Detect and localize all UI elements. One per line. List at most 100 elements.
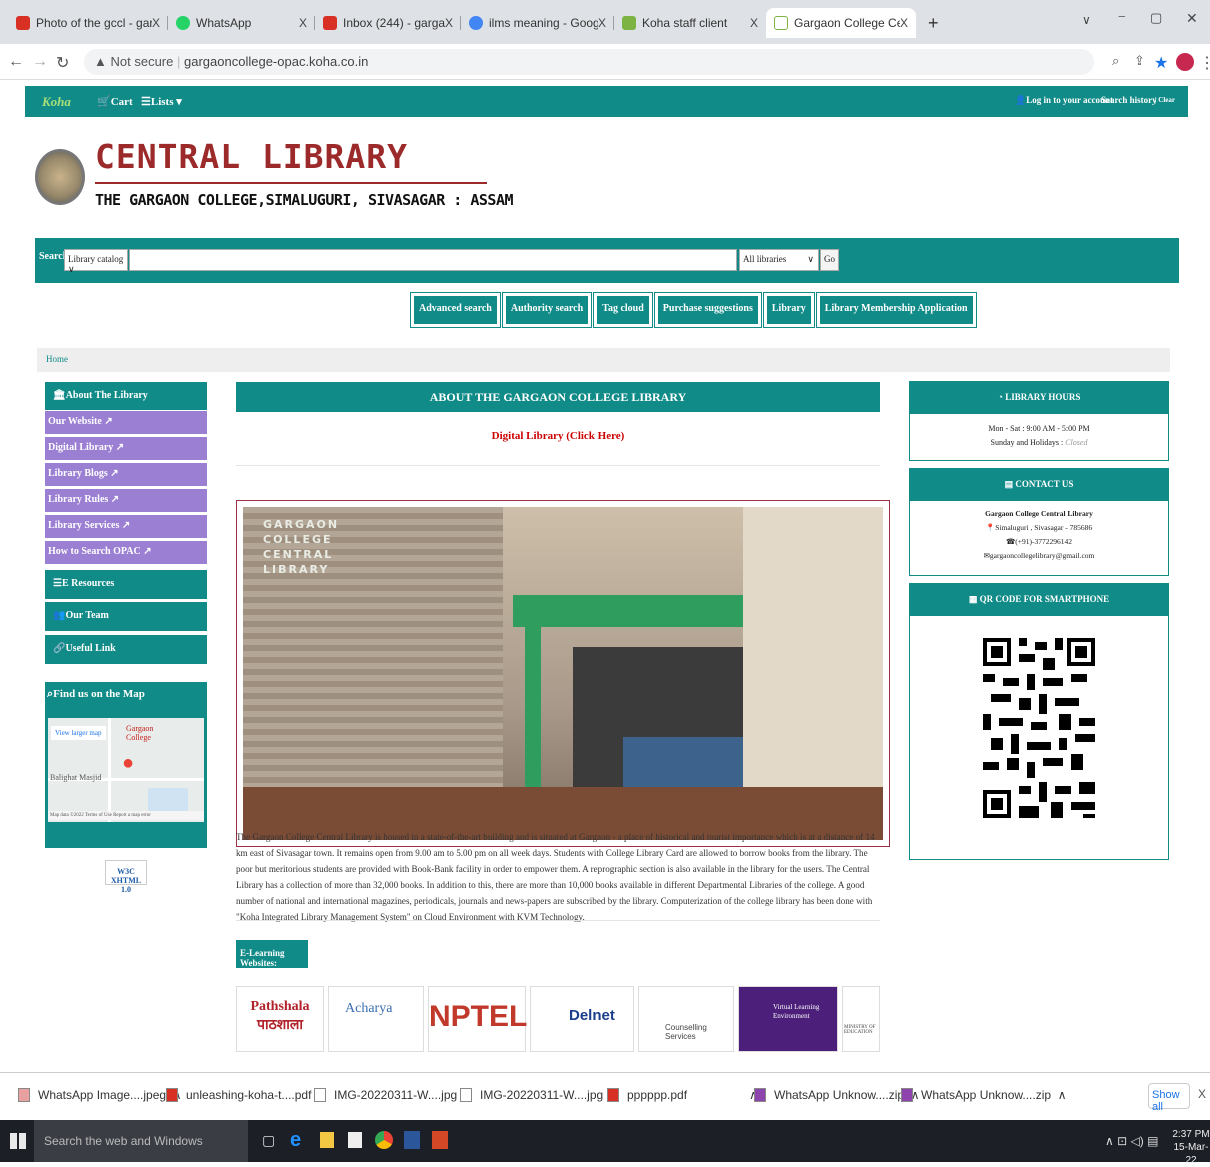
- tab-inbox[interactable]: Inbox (244) - gargaoncollegelibrX: [315, 8, 461, 38]
- nav-digital-library[interactable]: Digital Library ↗: [45, 437, 207, 461]
- close-tab-icon[interactable]: X: [299, 16, 307, 30]
- download-item[interactable]: WhatsApp Image....jpeg ∧: [18, 1088, 182, 1102]
- phone-icon: ☎: [1005, 537, 1016, 546]
- file-explorer-icon[interactable]: [320, 1132, 334, 1148]
- download-item[interactable]: WhatsApp Unknow....zip ∧: [901, 1088, 1067, 1102]
- tab-koha-staff[interactable]: Koha staff client X: [614, 8, 766, 38]
- share-icon[interactable]: ⇪: [1134, 53, 1145, 69]
- minimize-icon[interactable]: −: [1118, 10, 1126, 26]
- close-window-icon[interactable]: ✕: [1186, 10, 1198, 27]
- nav-library-rules[interactable]: Library Rules ↗: [45, 489, 207, 513]
- nav-library-blogs[interactable]: Library Blogs ↗: [45, 463, 207, 487]
- library-link[interactable]: Library: [762, 292, 815, 328]
- ministry-of-education-logo[interactable]: MINISTRY OF EDUCATION: [842, 986, 880, 1052]
- tab-whatsapp[interactable]: WhatsApp X: [168, 8, 315, 38]
- download-item[interactable]: WhatsApp Unknow....zip ∧: [754, 1088, 920, 1102]
- pathshala-logo[interactable]: Pathshala पाठशाला: [236, 986, 324, 1052]
- security-status[interactable]: Not secure: [111, 54, 174, 69]
- taskbar-search-box[interactable]: Search the web and Windows: [34, 1120, 248, 1162]
- bookmark-star-icon[interactable]: ★: [1154, 53, 1168, 73]
- tab-photo[interactable]: Photo of the gccl - gargaoncolleX: [8, 8, 168, 38]
- search-input[interactable]: [129, 249, 737, 271]
- w3c-badge[interactable]: W3C XHTML 1.0: [105, 860, 147, 894]
- breadcrumb-home[interactable]: Home: [46, 354, 68, 364]
- forward-icon[interactable]: →: [32, 53, 48, 71]
- nav-library-services[interactable]: Library Services ↗: [45, 515, 207, 539]
- search-history-link[interactable]: Search history: [1101, 95, 1157, 105]
- e-resources-header[interactable]: ☰E Resources: [45, 570, 207, 599]
- contact-panel: Gargaon College Central Library 📍Simalug…: [909, 500, 1169, 576]
- reload-icon[interactable]: ↻: [56, 53, 69, 73]
- pdf-file-icon: [166, 1088, 178, 1102]
- nav-our-website[interactable]: Our Website ↗: [45, 411, 207, 435]
- chevron-up-icon[interactable]: ∧: [1058, 1088, 1067, 1102]
- pdf-app-icon[interactable]: [432, 1131, 448, 1149]
- task-view-icon[interactable]: ▢: [262, 1132, 275, 1149]
- about-library-header[interactable]: 🏛About The Library: [45, 382, 207, 410]
- windows-start-icon[interactable]: [10, 1133, 26, 1149]
- acharya-logo[interactable]: Acharya: [328, 986, 424, 1052]
- view-larger-map-link[interactable]: View larger map: [51, 726, 106, 740]
- chrome-icon[interactable]: [375, 1131, 393, 1149]
- close-tab-icon[interactable]: X: [750, 16, 758, 30]
- word-icon[interactable]: [404, 1131, 420, 1149]
- zoom-icon[interactable]: ⌕: [1112, 53, 1119, 69]
- close-downloads-icon[interactable]: X: [1198, 1087, 1206, 1101]
- digital-library-link[interactable]: Digital Library (Click Here): [236, 430, 880, 442]
- close-tab-icon[interactable]: X: [598, 16, 606, 30]
- koha-logo[interactable]: Koha: [42, 94, 71, 110]
- map-pin-icon[interactable]: ●: [122, 752, 134, 775]
- tab-gargaon-library[interactable]: Gargaon College Central LibraryX: [766, 8, 916, 38]
- download-item[interactable]: unleashing-koha-t....pdf ∧: [166, 1088, 327, 1102]
- contact-address: 📍Simaluguri , Sivasagar - 785686: [985, 523, 1093, 532]
- google-map[interactable]: View larger map Gargaon College ● Baligh…: [48, 718, 204, 822]
- lists-link[interactable]: ☰Lists ▾: [141, 95, 182, 108]
- edge-icon[interactable]: e: [290, 1129, 301, 1152]
- cart-link[interactable]: 🛒Cart: [97, 95, 133, 108]
- virtual-learning-logo[interactable]: Virtual Learning Environment: [738, 986, 838, 1052]
- download-item[interactable]: IMG-20220311-W....jpg ∧: [314, 1088, 473, 1102]
- nav-how-to-search-opac[interactable]: How to Search OPAC ↗: [45, 541, 207, 565]
- our-team-header[interactable]: 👥Our Team: [45, 602, 207, 631]
- download-item[interactable]: pppppp.pdf∧: [607, 1088, 758, 1102]
- advanced-search-link[interactable]: Advanced search: [410, 292, 501, 328]
- download-item[interactable]: IMG-20220311-W....jpg ∧: [460, 1088, 619, 1102]
- go-button[interactable]: Go: [820, 249, 839, 271]
- membership-application-link[interactable]: Library Membership Application: [815, 292, 977, 328]
- tab-google[interactable]: ilms meaning - Google SearchX: [461, 8, 614, 38]
- store-icon[interactable]: [348, 1132, 362, 1148]
- library-select[interactable]: All libraries ∨: [739, 249, 819, 271]
- menu-icon[interactable]: ⋮: [1199, 53, 1210, 73]
- tag-cloud-link[interactable]: Tag cloud: [593, 292, 653, 328]
- authority-search-link[interactable]: Authority search: [501, 292, 593, 328]
- back-icon[interactable]: ←: [8, 53, 24, 71]
- nptel-logo[interactable]: NPTEL: [428, 986, 527, 1052]
- system-tray-icons[interactable]: ∧ ⊡ ◁) ▤: [1105, 1134, 1158, 1148]
- close-tab-icon[interactable]: X: [900, 16, 908, 30]
- clear-link[interactable]: | Clear: [1155, 96, 1175, 104]
- close-tab-icon[interactable]: X: [445, 16, 453, 30]
- close-tab-icon[interactable]: X: [152, 16, 160, 30]
- purchase-suggestions-link[interactable]: Purchase suggestions: [653, 292, 762, 328]
- tab-search-icon[interactable]: ∨: [1082, 13, 1091, 27]
- search-bar: Search Library catalog ∨ All libraries ∨ …: [35, 238, 1179, 283]
- delnet-logo[interactable]: Delnet: [530, 986, 634, 1052]
- maximize-icon[interactable]: ▢: [1150, 10, 1162, 26]
- about-heading: ABOUT THE GARGAON COLLEGE LIBRARY: [236, 382, 880, 412]
- counselling-services-logo[interactable]: Counselling Services: [638, 986, 734, 1052]
- address-bar[interactable]: ▲ Not secure | gargaoncollege-opac.koha.…: [84, 49, 1094, 75]
- new-tab-button[interactable]: +: [920, 8, 950, 38]
- profile-avatar[interactable]: [1176, 53, 1194, 71]
- search-scope-select[interactable]: Library catalog ∨: [64, 249, 128, 274]
- useful-link-header[interactable]: 🔗Useful Link: [45, 635, 207, 664]
- warning-icon[interactable]: ▲: [94, 54, 107, 69]
- contact-phone: ☎(+91)-3772296142: [1005, 537, 1073, 546]
- show-all-button[interactable]: Show all: [1148, 1083, 1190, 1113]
- login-link[interactable]: 👤Log in to your account: [1015, 95, 1113, 106]
- pdf-file-icon: [607, 1088, 619, 1102]
- contact-email[interactable]: ✉gargaoncollegelibrary@gmail.com: [910, 549, 1168, 563]
- gmail-icon: [16, 16, 30, 30]
- map-footer: Map data ©2022 Terms of Use Report a map…: [48, 811, 204, 820]
- qr-code-image[interactable]: [983, 638, 1095, 818]
- clock[interactable]: 2:37 PM 15-Mar-22: [1172, 1128, 1210, 1167]
